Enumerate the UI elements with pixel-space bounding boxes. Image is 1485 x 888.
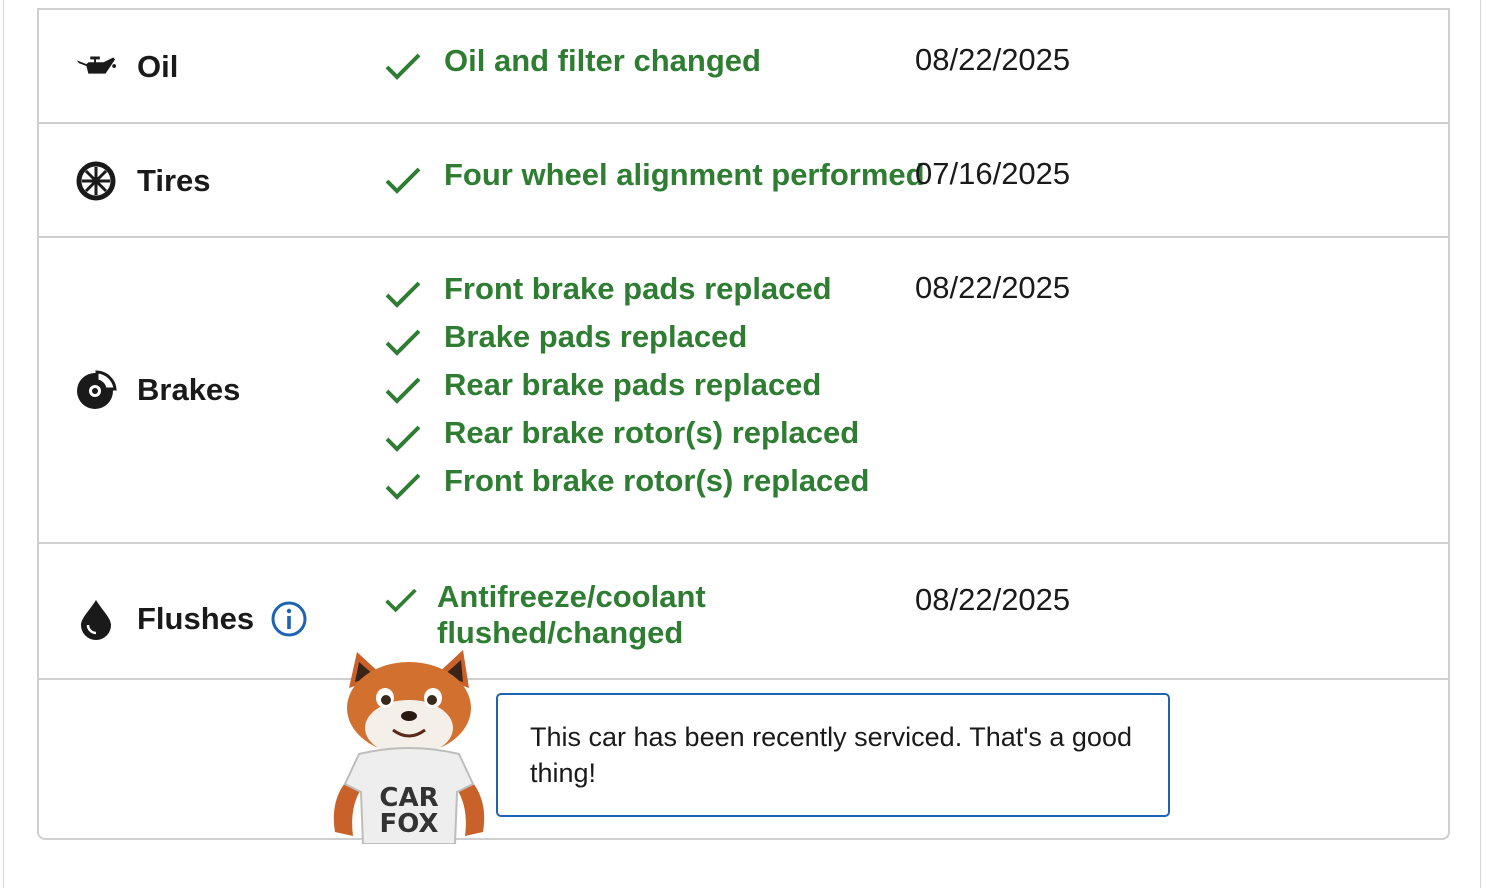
checkmark-icon [385,167,421,194]
service-item-text: Front brake pads replaced [444,271,832,306]
checkmark-icon [385,329,421,356]
service-item-text: Antifreeze/coolant flushed/changed [437,579,706,650]
summary-message: This car has been recently serviced. Tha… [530,722,1132,788]
service-items: Antifreeze/coolant flushed/changed [383,579,737,651]
service-row-flushes: Flushes Antifreeze/coolant flushed/chang… [39,544,1448,680]
service-date: 07/16/2025 [915,156,1071,191]
summary-message-box: This car has been recently serviced. Tha… [496,693,1170,817]
service-row-oil: Oil Oil and filter changed 08/22/2025 [39,10,1448,124]
drop-icon [75,598,117,640]
checkmark-icon [385,425,421,452]
category-label: Tires [137,163,211,198]
service-item: Four wheel alignment performed [383,157,925,205]
service-item: Front brake pads replaced [383,271,869,319]
service-items: Four wheel alignment performed [383,157,925,205]
service-item-text: Rear brake pads replaced [444,367,822,402]
service-item: Rear brake pads replaced [383,367,869,415]
category-flushes: Flushes [75,598,308,640]
service-item-text: Four wheel alignment performed [444,157,925,192]
tire-icon [75,160,117,202]
service-item-text: Rear brake rotor(s) replaced [444,415,860,450]
service-item-text: Oil and filter changed [444,43,761,78]
category-label: Oil [137,49,179,84]
service-row-brakes: Brakes Front brake pads replaced Brake p… [39,238,1448,544]
checkmark-icon [385,281,421,308]
service-date: 08/22/2025 [915,582,1071,617]
service-history-table: Oil Oil and filter changed 08/22/2025 Ti… [37,8,1450,844]
service-item: Brake pads replaced [383,319,869,367]
service-items: Front brake pads replaced Brake pads rep… [383,271,869,511]
checkmark-icon [385,377,421,404]
service-row-tires: Tires Four wheel alignment performed 07/… [39,124,1448,238]
carfox-mascot-image: CAR FOX [333,650,485,844]
category-brakes: Brakes [75,369,240,411]
service-item: Oil and filter changed [383,43,761,91]
category-tires: Tires [75,160,211,202]
summary-row: CAR FOX This car has been recently servi… [39,650,1448,844]
oil-can-icon [75,46,117,88]
service-item: Rear brake rotor(s) replaced [383,415,869,463]
checkmark-icon [385,588,417,613]
category-oil: Oil [75,46,178,88]
info-icon[interactable] [270,600,308,638]
brake-disc-icon [75,369,117,411]
checkmark-icon [385,53,421,80]
category-label: Brakes [137,372,241,407]
service-date: 08/22/2025 [915,270,1071,305]
service-item: Front brake rotor(s) replaced [383,463,869,511]
service-date: 08/22/2025 [915,42,1071,77]
service-items: Oil and filter changed [383,43,761,91]
service-item-text: Front brake rotor(s) replaced [444,463,870,498]
checkmark-icon [385,473,421,500]
category-label: Flushes [137,601,255,636]
mascot-shirt-line2: FOX [380,809,439,839]
service-item-text: Brake pads replaced [444,319,748,354]
service-item: Antifreeze/coolant flushed/changed [383,579,737,651]
